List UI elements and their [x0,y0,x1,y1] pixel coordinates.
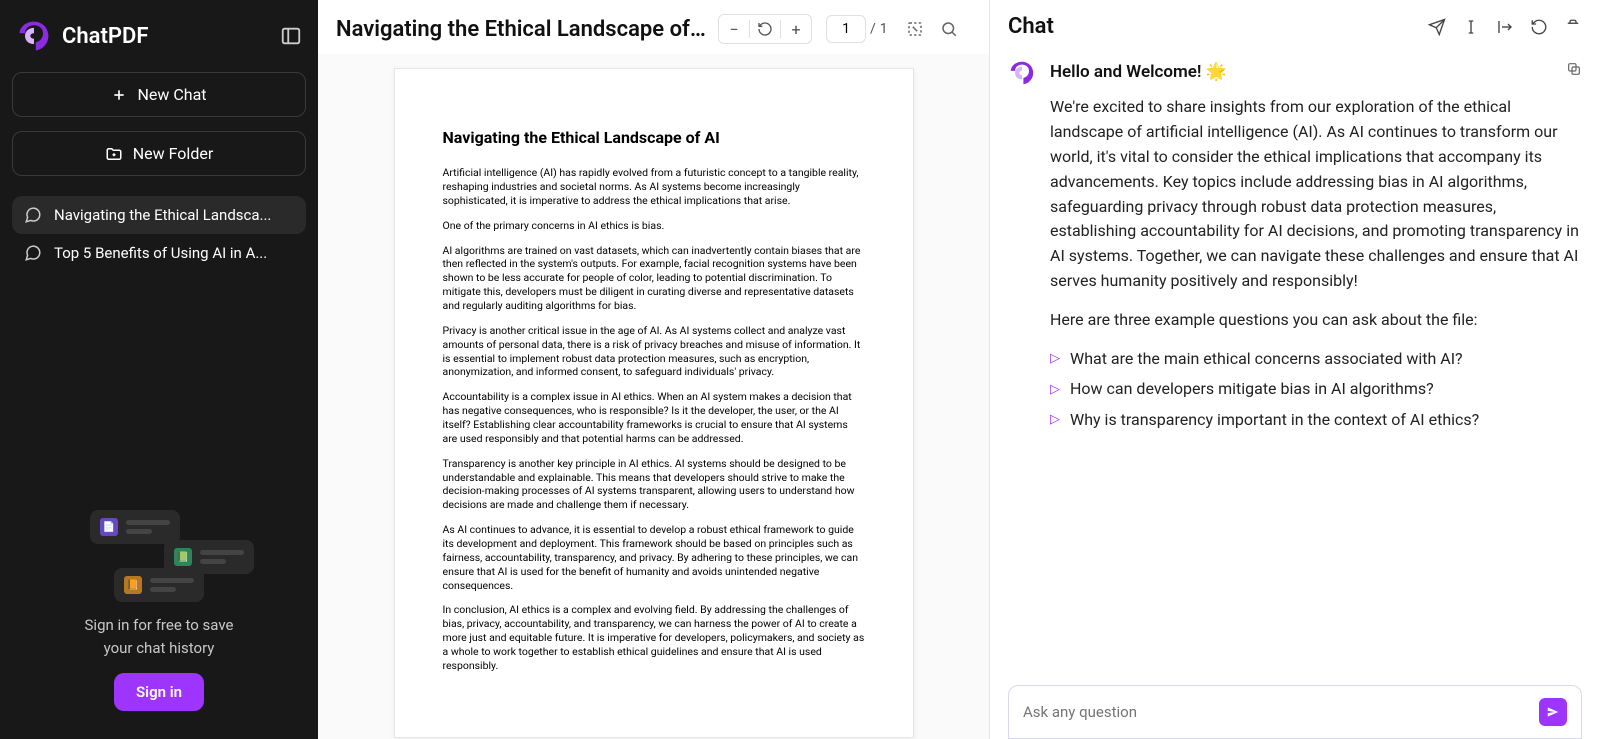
zoom-reset-button[interactable] [750,15,780,43]
sidebar-bottom: 📄 📗 📙 Sign in for free to save your chat… [12,510,306,721]
new-folder-label: New Folder [133,144,214,163]
rotate-icon [757,21,773,37]
doc-paragraph: Artificial intelligence (AI) has rapidly… [443,166,865,208]
page-heading: Navigating the Ethical Landscape of AI [443,127,865,148]
search-icon[interactable] [936,16,962,42]
doc-paragraph: Accountability is a complex issue in AI … [443,390,865,445]
zoom-in-button[interactable]: + [781,15,811,43]
chat-input[interactable] [1023,703,1539,721]
chat-body[interactable]: Hello and Welcome! 🌟 We're excited to sh… [990,49,1600,685]
document-header: Navigating the Ethical Landscape of AI..… [318,0,989,54]
document-page: Navigating the Ethical Landscape of AI A… [394,68,914,738]
example-question[interactable]: ▷ How can developers mitigate bias in AI … [1050,377,1582,402]
welcome-heading: Hello and Welcome! 🌟 [1050,59,1227,85]
example-questions: ▷ What are the main ethical concerns asso… [1050,347,1582,433]
doc-paragraph: One of the primary concerns in AI ethics… [443,219,865,233]
question-text: What are the main ethical concerns assoc… [1070,347,1463,372]
send-icon [1546,705,1560,719]
triangle-icon: ▷ [1050,349,1060,369]
chat-list: Navigating the Ethical Landsca... Top 5 … [12,196,306,272]
brand-logo-icon [16,18,52,54]
new-folder-button[interactable]: New Folder [12,131,306,176]
zoom-out-button[interactable]: − [719,15,749,43]
chat-item[interactable]: Top 5 Benefits of Using AI in A... [12,234,306,272]
new-chat-label: New Chat [137,85,206,104]
export-icon[interactable] [1494,16,1516,38]
doc-paragraph: As AI continues to advance, it is essent… [443,523,865,592]
send-button[interactable] [1539,698,1567,726]
promo-text: Sign in for free to save your chat histo… [85,614,234,659]
brand-row: ChatPDF [12,18,306,72]
brand-name: ChatPDF [62,24,148,49]
triangle-icon: ▷ [1050,380,1060,400]
example-question[interactable]: ▷ Why is transparency important in the co… [1050,408,1582,433]
new-chat-button[interactable]: New Chat [12,72,306,117]
panel-toggle-icon[interactable] [280,25,302,47]
chat-input-wrap [990,685,1600,739]
page-sep: / [870,21,876,37]
doc-paragraph: Transparency is another key principle in… [443,457,865,512]
copy-icon[interactable] [1566,59,1582,77]
page-indicator: / 1 [826,15,888,43]
page-input[interactable] [826,15,866,43]
chat-pane: Chat Hello and Welcome! 🌟 We're excited … [990,0,1600,739]
chat-bubble-icon [24,244,42,262]
text-cursor-icon[interactable] [1460,16,1482,38]
doc-paragraph: Privacy is another critical issue in the… [443,324,865,379]
folder-plus-icon [105,145,123,163]
chat-item[interactable]: Navigating the Ethical Landsca... [12,196,306,234]
doc-paragraph: AI algorithms are trained on vast datase… [443,244,865,313]
chat-item-label: Navigating the Ethical Landsca... [54,206,271,224]
example-question[interactable]: ▷ What are the main ethical concerns asso… [1050,347,1582,372]
chat-input-box[interactable] [1008,685,1582,739]
question-text: Why is transparency important in the con… [1070,408,1479,433]
doc-paragraph: In conclusion, AI ethics is a complex an… [443,603,865,672]
chat-header: Chat [990,0,1600,49]
signin-button[interactable]: Sign in [114,673,204,711]
select-area-icon[interactable] [902,16,928,42]
assistant-avatar-icon [1008,59,1036,87]
promo-line1: Sign in for free to save [85,614,234,637]
sidebar: ChatPDF New Chat New Folder Navigating t… [0,0,318,739]
document-pane: Navigating the Ethical Landscape of AI..… [318,0,990,739]
document-title: Navigating the Ethical Landscape of AI..… [336,17,706,42]
questions-intro: Here are three example questions you can… [1050,308,1582,333]
welcome-body: We're excited to share insights from our… [1050,95,1582,293]
plus-icon [111,87,127,103]
assistant-message: Hello and Welcome! 🌟 We're excited to sh… [1008,59,1582,439]
delete-icon[interactable] [1562,16,1584,38]
chat-tools [1426,16,1584,38]
promo-line2: your chat history [85,637,234,660]
brand[interactable]: ChatPDF [16,18,148,54]
zoom-controls: − + [718,14,812,44]
chat-bubble-icon [24,206,42,224]
share-icon[interactable] [1426,16,1448,38]
page-total: 1 [880,21,888,37]
document-scroll[interactable]: Navigating the Ethical Landscape of AI A… [318,54,989,739]
promo-graphic: 📄 📗 📙 [54,510,264,600]
chat-item-label: Top 5 Benefits of Using AI in A... [54,244,267,262]
question-text: How can developers mitigate bias in AI a… [1070,377,1434,402]
refresh-icon[interactable] [1528,16,1550,38]
chat-title: Chat [1008,14,1054,39]
triangle-icon: ▷ [1050,410,1060,430]
